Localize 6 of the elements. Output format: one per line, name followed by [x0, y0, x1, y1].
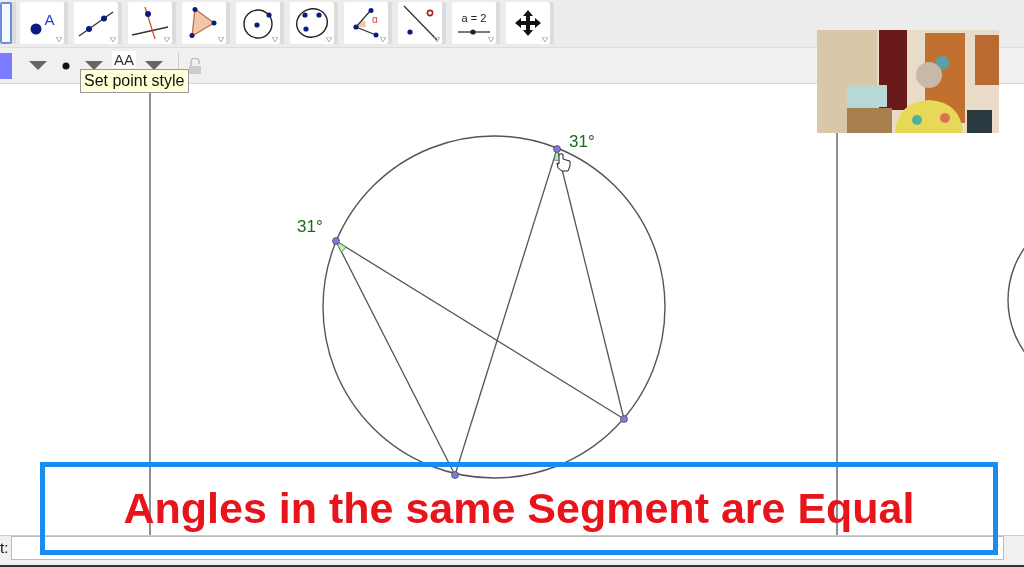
angle-label: 31° — [569, 132, 595, 151]
tooltip: Set point style — [80, 69, 189, 93]
input-label: t: — [0, 539, 9, 556]
text-style-button[interactable]: AA — [112, 51, 136, 68]
angle-label: 31° — [297, 217, 323, 236]
caption-text: Angles in the same Segment are Equal — [123, 484, 915, 533]
